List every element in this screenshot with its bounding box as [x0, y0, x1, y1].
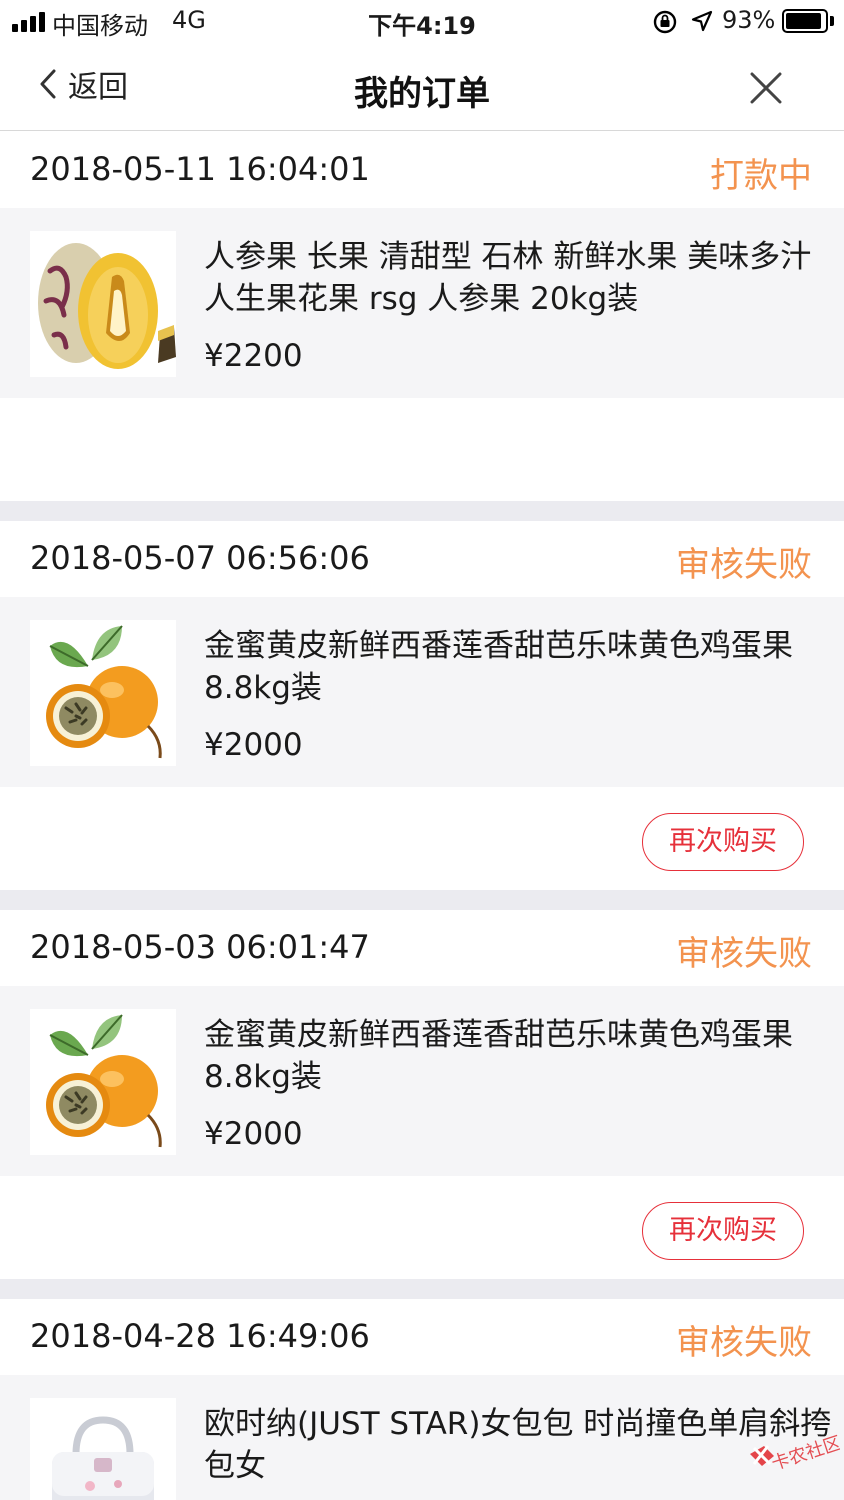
- status-bar: 中国移动 4G 下午4:19 93%: [0, 0, 844, 44]
- order-card[interactable]: 2018-05-11 16:04:01 打款中 人参果 长果 清甜型 石林 新鲜…: [0, 132, 844, 501]
- order-card[interactable]: 2018-05-03 06:01:47 审核失败 金蜜黄皮新鲜西番莲香甜芭乐味黄…: [0, 910, 844, 1279]
- order-date: 2018-04-28 16:49:06: [30, 1317, 370, 1355]
- item-title: 人参果 长果 清甜型 石林 新鲜水果 美味多汁 人生果花果 rsg 人参果 20…: [204, 239, 812, 317]
- rotation-lock-icon: [653, 10, 677, 34]
- item-title: 金蜜黄皮新鲜西番莲香甜芭乐味黄色鸡蛋果 8.8kg装: [204, 1017, 793, 1095]
- item-title: 金蜜黄皮新鲜西番莲香甜芭乐味黄色鸡蛋果 8.8kg装: [204, 628, 793, 706]
- item-price: ¥2000: [204, 727, 303, 763]
- pepino-melon-image: [30, 231, 176, 377]
- battery-percent: 93%: [722, 6, 776, 34]
- status-time: 下午4:19: [368, 12, 476, 40]
- order-item[interactable]: 人参果 长果 清甜型 石林 新鲜水果 美味多汁 人生果花果 rsg 人参果 20…: [0, 208, 844, 398]
- forum-watermark-logo: 卡农社区: [750, 1433, 840, 1475]
- order-item[interactable]: 金蜜黄皮新鲜西番莲香甜芭乐味黄色鸡蛋果 8.8kg装 ¥2000: [0, 986, 844, 1176]
- page-title: 我的订单: [354, 74, 490, 114]
- order-date: 2018-05-07 06:56:06: [30, 539, 370, 577]
- handbag-image: [30, 1398, 176, 1500]
- close-icon[interactable]: [744, 66, 788, 110]
- item-price: ¥2200: [204, 338, 303, 374]
- passion-fruit-image: [30, 620, 176, 766]
- order-header: 2018-05-11 16:04:01 打款中: [0, 132, 844, 208]
- nav-bar: 返回 我的订单: [0, 44, 844, 131]
- location-arrow-icon: [691, 10, 713, 32]
- order-header: 2018-05-07 06:56:06 审核失败: [0, 521, 844, 597]
- order-footer: 再次购买: [0, 787, 844, 890]
- order-header: 2018-04-28 16:49:06 审核失败: [0, 1299, 844, 1375]
- order-status: 审核失败: [676, 934, 812, 974]
- order-header: 2018-05-03 06:01:47 审核失败: [0, 910, 844, 986]
- rebuy-button[interactable]: 再次购买: [642, 813, 804, 871]
- order-status: 审核失败: [676, 545, 812, 585]
- item-price: ¥2000: [204, 1116, 303, 1152]
- order-footer: [0, 398, 844, 501]
- order-item[interactable]: 金蜜黄皮新鲜西番莲香甜芭乐味黄色鸡蛋果 8.8kg装 ¥2000: [0, 597, 844, 787]
- order-status: 审核失败: [676, 1323, 812, 1363]
- divider: [0, 1279, 844, 1299]
- order-footer: 再次购买: [0, 1176, 844, 1279]
- order-date: 2018-05-03 06:01:47: [30, 928, 370, 966]
- rebuy-button[interactable]: 再次购买: [642, 1202, 804, 1260]
- passion-fruit-image: [30, 1009, 176, 1155]
- order-card[interactable]: 2018-05-07 06:56:06 审核失败 金蜜黄皮新鲜西番莲香甜芭乐味黄…: [0, 521, 844, 890]
- svg-text:卡农社区: 卡农社区: [769, 1433, 840, 1475]
- order-list: 2018-05-11 16:04:01 打款中 人参果 长果 清甜型 石林 新鲜…: [0, 132, 844, 1500]
- battery-icon: [782, 9, 828, 33]
- divider: [0, 501, 844, 521]
- order-item[interactable]: 欧时纳(JUST STAR)女包包 时尚撞色单肩斜挎包女: [0, 1375, 844, 1500]
- divider: [0, 890, 844, 910]
- order-status: 打款中: [710, 156, 812, 196]
- order-date: 2018-05-11 16:04:01: [30, 150, 370, 188]
- order-card[interactable]: 2018-04-28 16:49:06 审核失败 欧时纳(JUST STAR)女…: [0, 1299, 844, 1500]
